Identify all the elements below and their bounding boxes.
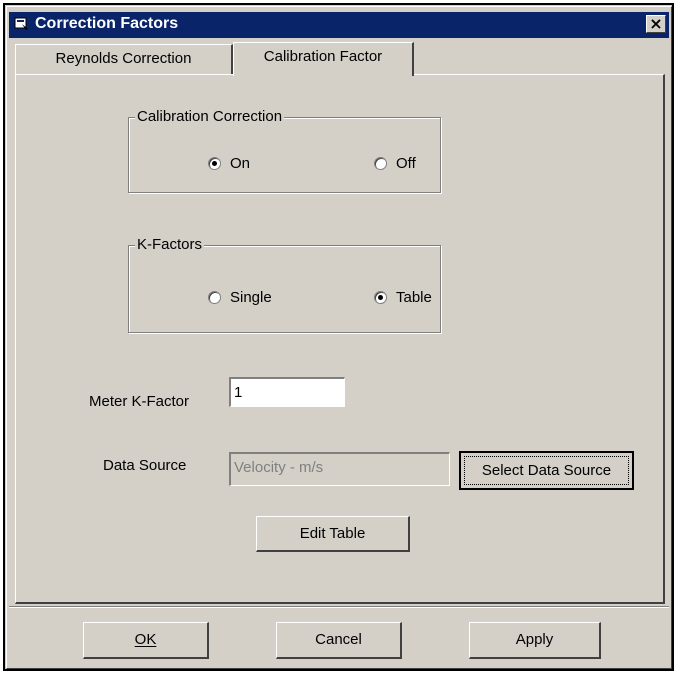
tab-calibration-factor[interactable]: Calibration Factor [233, 42, 414, 76]
footer-separator [9, 606, 669, 608]
group-label: K-Factors [135, 236, 205, 253]
close-icon: × [649, 14, 663, 33]
radio-kfactor-single[interactable]: Single [208, 289, 272, 306]
tab-label: Calibration Factor [263, 48, 383, 65]
focus-rect [464, 456, 629, 485]
button-label: Apply [515, 631, 554, 648]
data-source-field: Velocity - m/s [229, 452, 450, 486]
meter-kfactor-input[interactable]: 1 [229, 377, 345, 407]
edit-table-button[interactable]: Edit Table [256, 516, 410, 552]
cancel-button[interactable]: Cancel [276, 622, 402, 659]
group-label: Calibration Correction [135, 108, 285, 125]
button-label: Edit Table [299, 525, 366, 542]
radio-calibration-on[interactable]: On [208, 155, 250, 172]
ok-button[interactable]: OK [83, 622, 209, 659]
radio-calibration-off[interactable]: Off [374, 155, 416, 172]
radio-label: Off [396, 155, 416, 172]
radio-selected-icon [208, 157, 221, 170]
radio-kfactor-table[interactable]: Table [374, 289, 432, 306]
radio-label: Table [396, 289, 432, 306]
tab-reynolds-correction[interactable]: Reynolds Correction [15, 44, 233, 74]
apply-button[interactable]: Apply [469, 622, 601, 659]
title-bar[interactable]: Correction Factors × [9, 12, 669, 38]
tab-label: Reynolds Correction [55, 50, 192, 67]
app-icon [14, 17, 28, 30]
radio-label: On [230, 155, 251, 172]
radio-unselected-icon [374, 157, 387, 170]
button-label: Cancel [315, 631, 362, 648]
radio-unselected-icon [208, 291, 221, 304]
meter-kfactor-label: Meter K-Factor [89, 393, 190, 410]
close-button[interactable]: × [646, 15, 666, 33]
radio-selected-icon [374, 291, 387, 304]
select-data-source-button[interactable]: Select Data Source [459, 451, 634, 490]
data-source-label: Data Source [103, 457, 187, 474]
radio-label: Single [230, 289, 272, 306]
button-label: OK [134, 631, 157, 648]
window-title: Correction Factors [35, 15, 179, 32]
